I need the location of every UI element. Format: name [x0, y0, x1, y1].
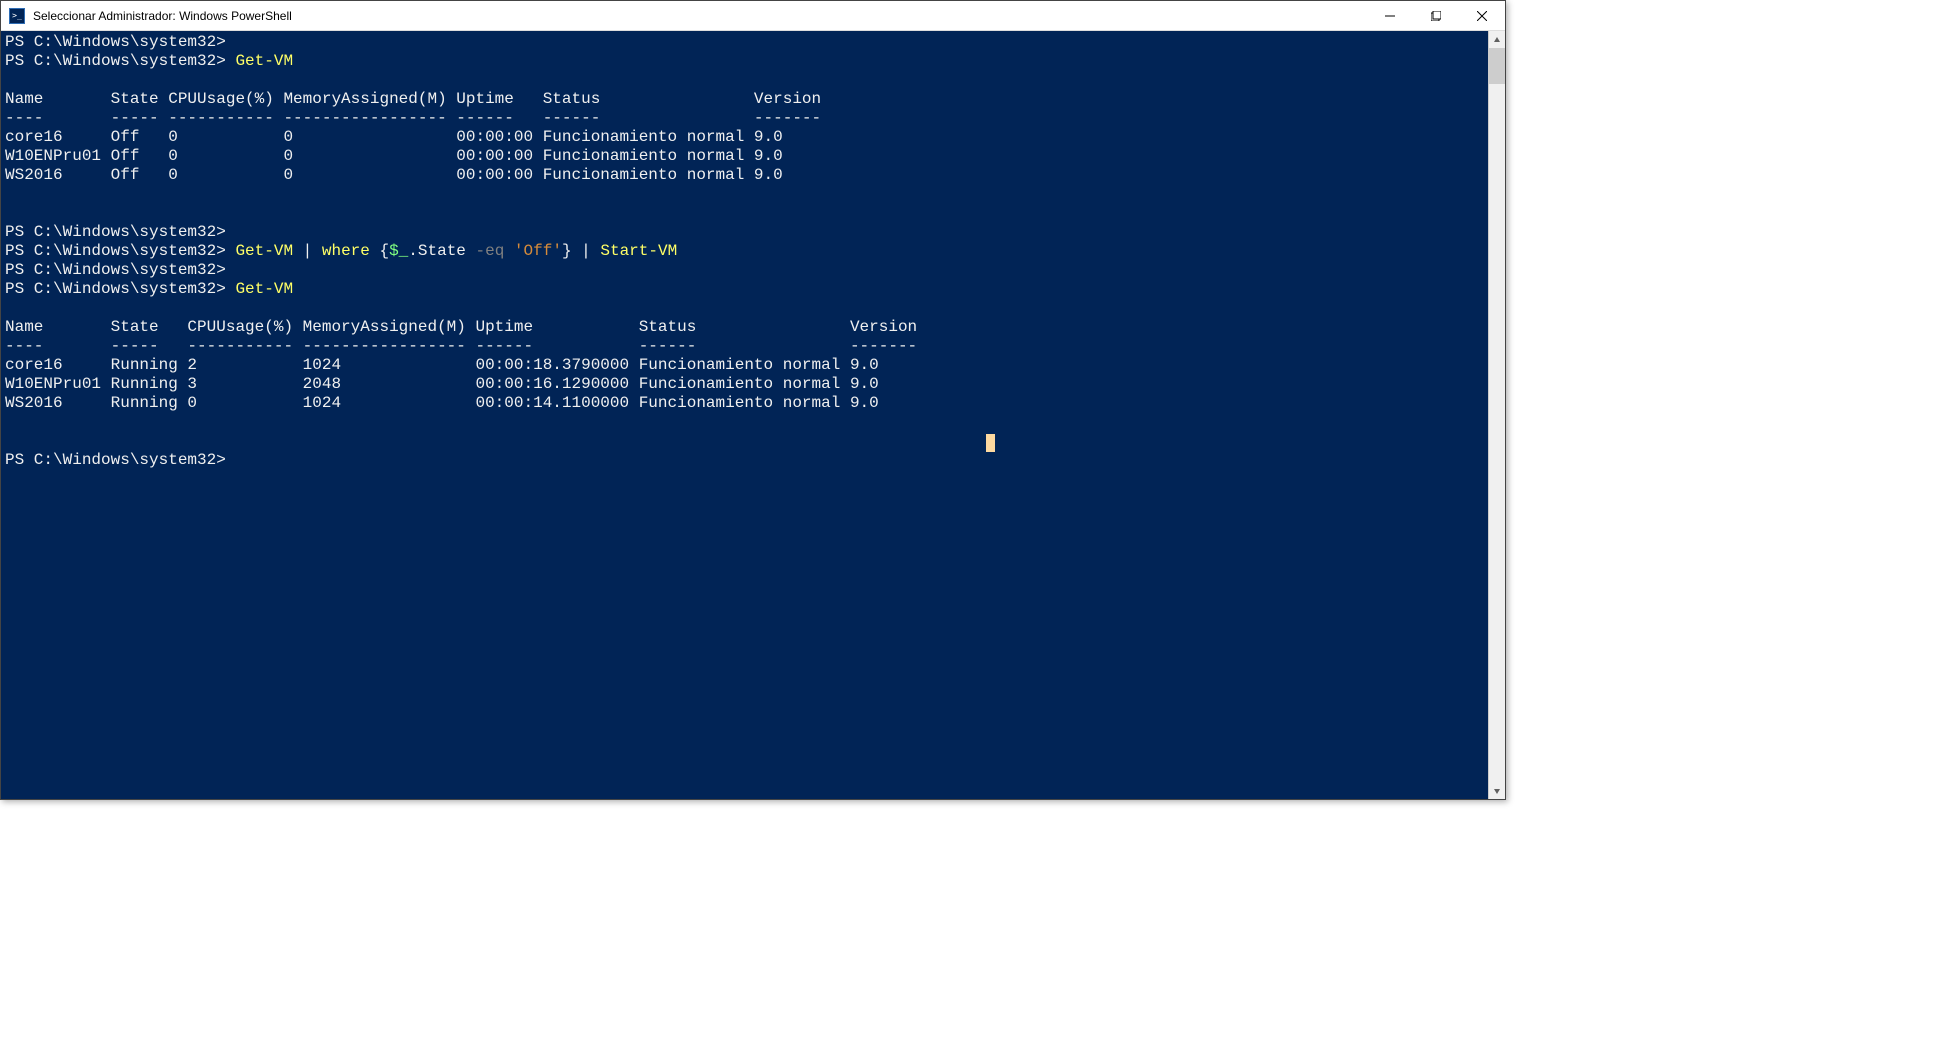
scrollbar-track[interactable]	[1489, 48, 1505, 782]
window-title: Seleccionar Administrador: Windows Power…	[33, 9, 292, 23]
close-button[interactable]	[1459, 1, 1505, 30]
scroll-up-arrow[interactable]	[1489, 31, 1505, 48]
terminal-output[interactable]: PS C:\Windows\system32> PS C:\Windows\sy…	[1, 31, 1488, 799]
powershell-window: Seleccionar Administrador: Windows Power…	[0, 0, 1506, 800]
powershell-icon	[9, 8, 25, 24]
titlebar[interactable]: Seleccionar Administrador: Windows Power…	[1, 1, 1505, 31]
selection-cursor	[986, 434, 995, 452]
window-controls	[1367, 1, 1505, 30]
minimize-button[interactable]	[1367, 1, 1413, 30]
maximize-button[interactable]	[1413, 1, 1459, 30]
vertical-scrollbar[interactable]	[1488, 31, 1505, 799]
scrollbar-thumb[interactable]	[1489, 48, 1505, 84]
scroll-down-arrow[interactable]	[1489, 782, 1505, 799]
terminal-area: PS C:\Windows\system32> PS C:\Windows\sy…	[1, 31, 1505, 799]
